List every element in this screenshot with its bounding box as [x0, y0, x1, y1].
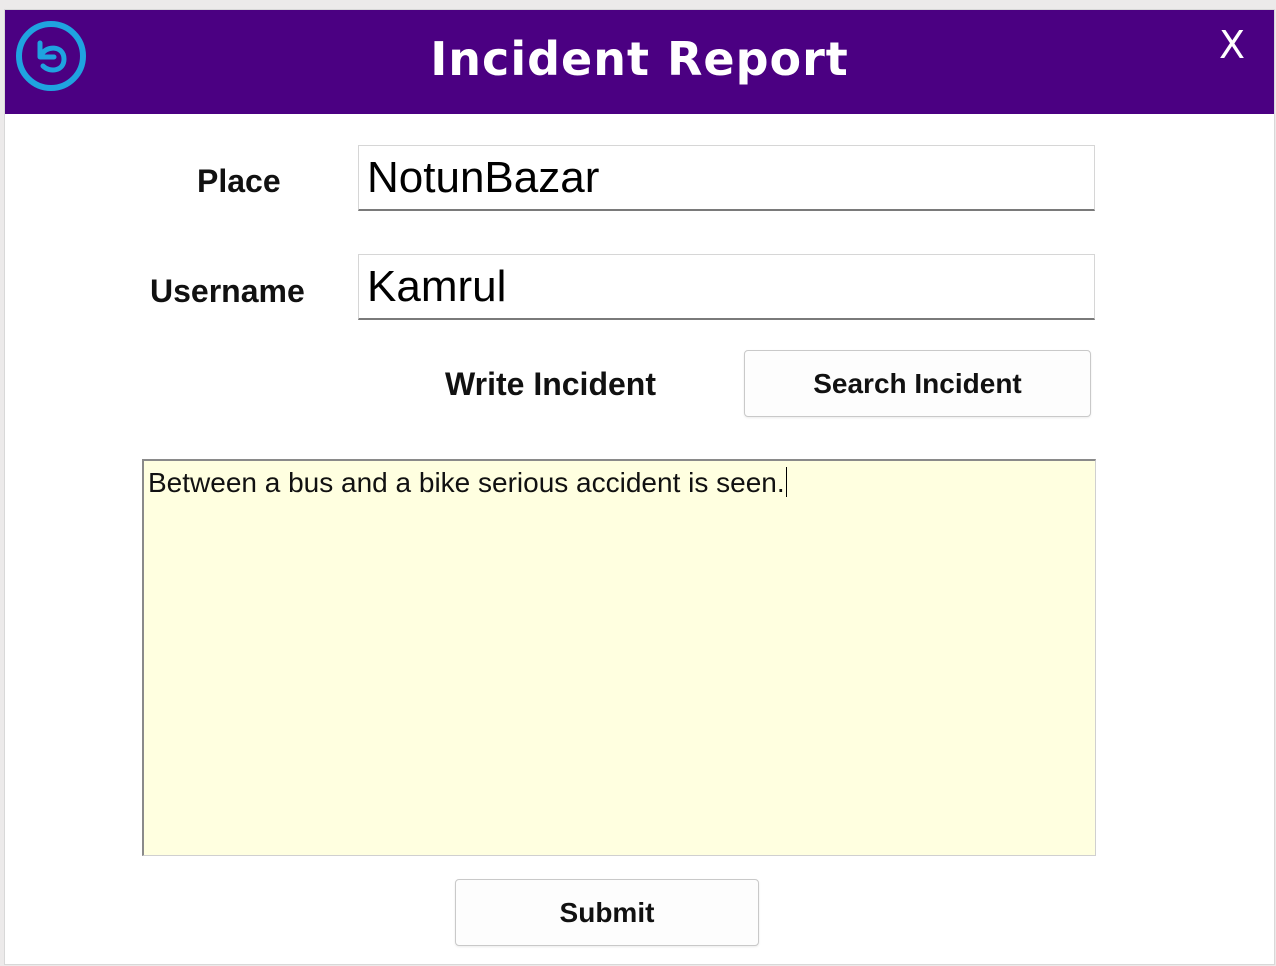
window-title: Incident Report: [430, 32, 849, 86]
place-input[interactable]: NotunBazar: [358, 145, 1095, 211]
write-incident-label: Write Incident: [445, 366, 656, 402]
search-incident-button[interactable]: Search Incident: [744, 350, 1091, 417]
incident-textarea[interactable]: Between a bus and a bike serious acciden…: [142, 459, 1096, 856]
text-caret: [785, 467, 787, 497]
username-input[interactable]: Kamrul: [358, 254, 1095, 320]
submit-button[interactable]: Submit: [455, 879, 759, 946]
incident-text: Between a bus and a bike serious acciden…: [148, 467, 785, 498]
incident-report-window: Incident Report X Place NotunBazar Usern…: [5, 10, 1274, 964]
username-label: Username: [150, 273, 305, 309]
close-button[interactable]: X: [1212, 22, 1252, 68]
place-label: Place: [197, 163, 281, 199]
title-bar: Incident Report X: [5, 10, 1274, 114]
